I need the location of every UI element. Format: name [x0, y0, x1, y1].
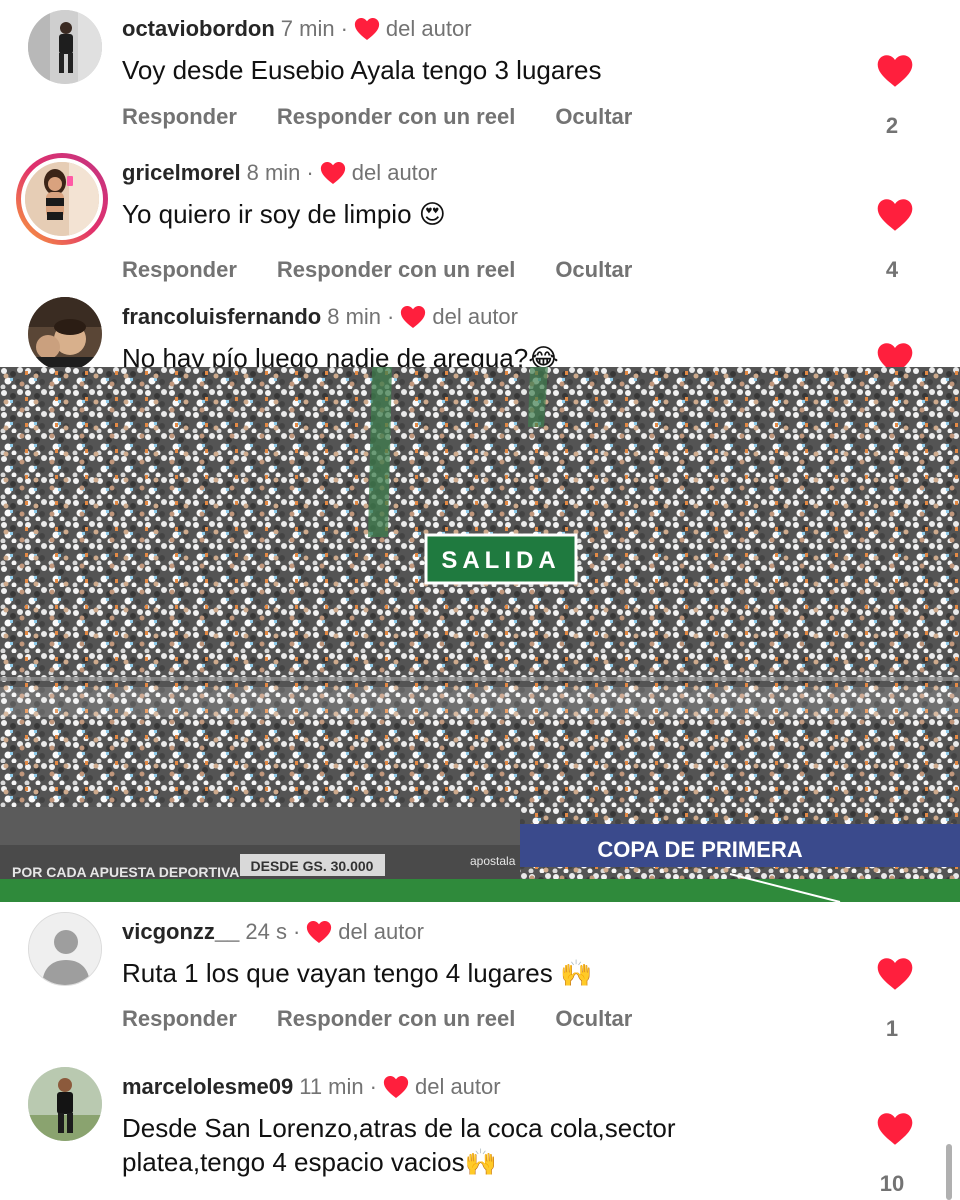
- hide-button[interactable]: Ocultar: [555, 104, 632, 130]
- ad-brand-text: apostala: [470, 854, 516, 868]
- ad-price-text: DESDE GS. 30.000: [251, 858, 374, 874]
- stadium-photo: SALIDA POR CADA APUESTA DEPORTIVA DESDE …: [0, 367, 960, 902]
- hide-button[interactable]: Ocultar: [555, 257, 632, 283]
- username[interactable]: gricelmorel: [122, 160, 241, 186]
- comment-text: Desde San Lorenzo,atras de la coca cola,…: [122, 1113, 676, 1177]
- author-like-label: del autor: [385, 16, 472, 41]
- reply-with-reel-button[interactable]: Responder con un reel: [277, 257, 515, 283]
- heart-icon: [354, 17, 380, 41]
- meta-separator: ·: [292, 919, 301, 944]
- avatar[interactable]: [28, 912, 102, 986]
- comment-text: Ruta 1 los que vayan tengo 4 lugares 🙌: [122, 958, 593, 988]
- heart-icon: [306, 920, 332, 944]
- comment-meta: octaviobordon 7 min · del autor: [122, 16, 472, 42]
- scrollbar[interactable]: [946, 1144, 952, 1200]
- heart-icon[interactable]: [876, 957, 914, 991]
- heart-icon: [383, 1075, 409, 1099]
- avatar[interactable]: [28, 297, 102, 371]
- reply-button[interactable]: Responder: [122, 104, 237, 130]
- reply-with-reel-button[interactable]: Responder con un reel: [277, 1006, 515, 1032]
- comment-time: 7 min: [280, 16, 335, 41]
- username[interactable]: francoluisfernando: [122, 304, 321, 330]
- author-like-label: del autor: [351, 160, 438, 185]
- comment-actions: Responder Responder con un reel Ocultar: [122, 104, 632, 130]
- ad-right-text: COPA DE PRIMERA: [597, 837, 802, 862]
- avatar[interactable]: [28, 10, 102, 84]
- username[interactable]: vicgonzz__: [122, 919, 239, 945]
- person-icon: [29, 913, 101, 985]
- meta-separator: ·: [340, 16, 348, 41]
- like-count[interactable]: 2: [872, 113, 912, 139]
- comment-meta: marcelolesme09 11 min · del autor: [122, 1074, 501, 1100]
- username[interactable]: marcelolesme09: [122, 1074, 293, 1100]
- heart-icon: [320, 161, 346, 185]
- heart-icon[interactable]: [876, 54, 914, 88]
- comment-text: Yo quiero ir soy de limpio 😍: [122, 199, 446, 229]
- avatar[interactable]: [28, 1067, 102, 1141]
- comment-time: 8 min: [327, 304, 382, 329]
- comment-meta: vicgonzz__ 24 s · del autor: [122, 919, 424, 945]
- comment-meta: gricelmorel 8 min · del autor: [122, 160, 437, 186]
- reply-button[interactable]: Responder: [122, 257, 237, 283]
- heart-icon: [400, 305, 426, 329]
- avatar[interactable]: [16, 153, 108, 245]
- heart-icon[interactable]: [876, 198, 914, 232]
- exit-sign: SALIDA: [424, 533, 578, 585]
- like-count[interactable]: 4: [872, 257, 912, 283]
- reply-with-reel-button[interactable]: Responder con un reel: [277, 104, 515, 130]
- hide-button[interactable]: Ocultar: [555, 1006, 632, 1032]
- ad-left-text: POR CADA APUESTA DEPORTIVA: [12, 864, 239, 880]
- exit-sign-text: SALIDA: [441, 547, 560, 574]
- username[interactable]: octaviobordon: [122, 16, 275, 42]
- author-like-label: del autor: [338, 919, 424, 944]
- comment-time: 24 s: [245, 919, 287, 944]
- comment-meta: francoluisfernando 8 min · del autor: [122, 304, 518, 330]
- heart-icon[interactable]: [876, 1112, 914, 1146]
- comment-actions: Responder Responder con un reel Ocultar: [122, 257, 632, 283]
- comment-time: 11 min: [299, 1074, 364, 1099]
- like-count[interactable]: 10: [872, 1171, 912, 1197]
- reply-button[interactable]: Responder: [122, 1006, 237, 1032]
- like-count[interactable]: 1: [872, 1016, 912, 1042]
- comment-time: 8 min: [246, 160, 301, 185]
- comment-text: Voy desde Eusebio Ayala tengo 3 lugares: [122, 55, 602, 85]
- author-like-label: del autor: [432, 304, 518, 329]
- comment-actions: Responder Responder con un reel Ocultar: [122, 1006, 632, 1032]
- author-like-label: del autor: [414, 1074, 501, 1099]
- meta-separator: ·: [387, 304, 395, 329]
- meta-separator: ·: [306, 160, 314, 185]
- meta-separator: ·: [369, 1074, 377, 1099]
